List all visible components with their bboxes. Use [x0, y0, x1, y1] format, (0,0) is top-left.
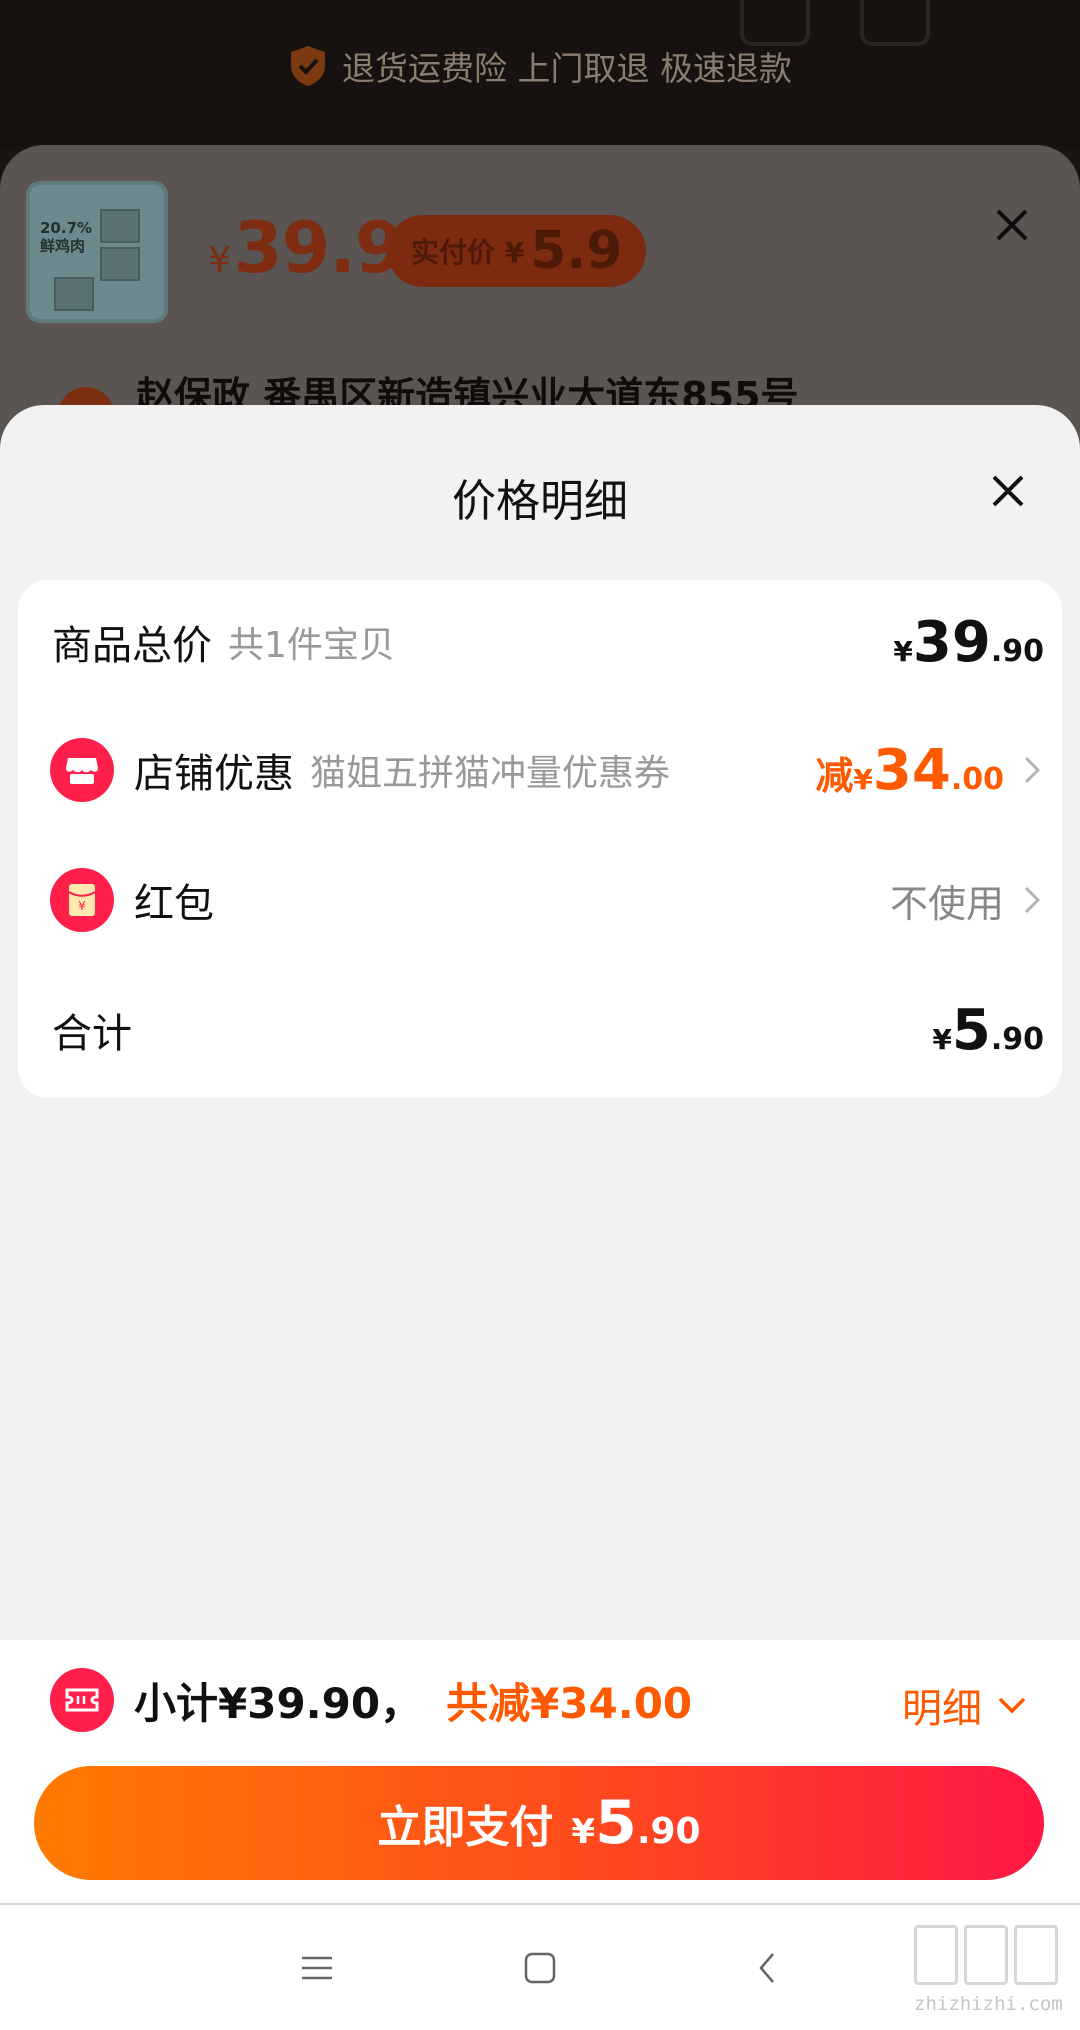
- background-header: 退货运费险 上门取退 极速退款: [0, 0, 1080, 150]
- total-price-amount: ¥39.90: [893, 609, 1044, 675]
- grand-total-amount: ¥5.90: [932, 997, 1044, 1063]
- close-icon[interactable]: [988, 471, 1028, 511]
- checkout-bar: 小计¥39.90， 共减¥34.00 明细 立即支付 ¥5.90: [0, 1640, 1080, 1905]
- watermark: zhizhizhi.com: [914, 1905, 1064, 2025]
- total-discount-text: 共减¥34.00: [446, 1678, 693, 1728]
- row-label: 红包: [134, 881, 214, 927]
- subtotal-text: 小计¥39.90，: [134, 1678, 423, 1728]
- store-icon: [50, 738, 114, 802]
- menu-icon[interactable]: [292, 1943, 342, 1993]
- subtotal-row: 小计¥39.90， 共减¥34.00: [50, 1668, 692, 1732]
- home-icon[interactable]: [515, 1943, 565, 1993]
- shield-icon: [291, 46, 325, 86]
- ticket-icon: [50, 1668, 114, 1732]
- service-guarantee: 退货运费险 上门取退 极速退款: [0, 42, 1080, 90]
- detail-toggle-button[interactable]: 明细: [902, 1676, 1028, 1734]
- product-thumbnail: 20.7% 鲜鸡肉: [26, 181, 168, 323]
- product-price: ¥39.9: [208, 207, 404, 289]
- row-subtext: 共1件宝贝: [228, 625, 395, 666]
- svg-text:¥: ¥: [78, 899, 86, 913]
- close-icon[interactable]: [992, 205, 1032, 245]
- paid-price-pill: 实付价 ¥5.9: [387, 215, 647, 287]
- discount-amount: 减 ¥34.00: [815, 737, 1004, 803]
- cart-icon: [860, 0, 930, 46]
- price-detail-sheet: 价格明细 商品总价 共1件宝贝 ¥39.90 店铺优惠 猫姐五拼猫冲量优惠券 减…: [0, 405, 1080, 1640]
- pay-button-amount: ¥5.90: [571, 1788, 701, 1858]
- product-thumb-text: 20.7% 鲜鸡肉: [40, 219, 93, 255]
- row-label: 商品总价: [52, 623, 212, 669]
- red-packet-icon: ¥: [50, 868, 114, 932]
- chevron-down-icon: [998, 1697, 1026, 1714]
- share-icon: [740, 0, 810, 46]
- red-packet-status: 不使用: [889, 881, 1004, 926]
- price-detail-card: 商品总价 共1件宝贝 ¥39.90 店铺优惠 猫姐五拼猫冲量优惠券 减 ¥34.0…: [18, 580, 1062, 1098]
- chevron-right-icon: [1024, 886, 1041, 914]
- row-red-packet[interactable]: ¥ 红包 不使用: [18, 850, 1062, 950]
- watermark-text: zhizhizhi.com: [914, 1993, 1063, 2015]
- row-total-price: 商品总价 共1件宝贝 ¥39.90: [18, 592, 1062, 692]
- row-subtext: 猫姐五拼猫冲量优惠券: [310, 753, 671, 794]
- guarantee-text: 退货运费险 上门取退 极速退款: [342, 49, 792, 88]
- chevron-right-icon: [1024, 756, 1041, 784]
- row-grand-total: 合计 ¥5.90: [18, 980, 1062, 1080]
- row-label: 合计: [52, 1011, 132, 1057]
- pay-button-label: 立即支付: [377, 1802, 554, 1853]
- sheet-title: 价格明细: [452, 476, 628, 527]
- detail-toggle-label: 明细: [902, 1686, 982, 1732]
- pay-now-button[interactable]: 立即支付 ¥5.90: [34, 1766, 1044, 1880]
- back-icon[interactable]: [742, 1943, 792, 1993]
- row-label: 店铺优惠: [134, 751, 294, 797]
- row-store-discount[interactable]: 店铺优惠 猫姐五拼猫冲量优惠券 减 ¥34.00: [18, 720, 1062, 820]
